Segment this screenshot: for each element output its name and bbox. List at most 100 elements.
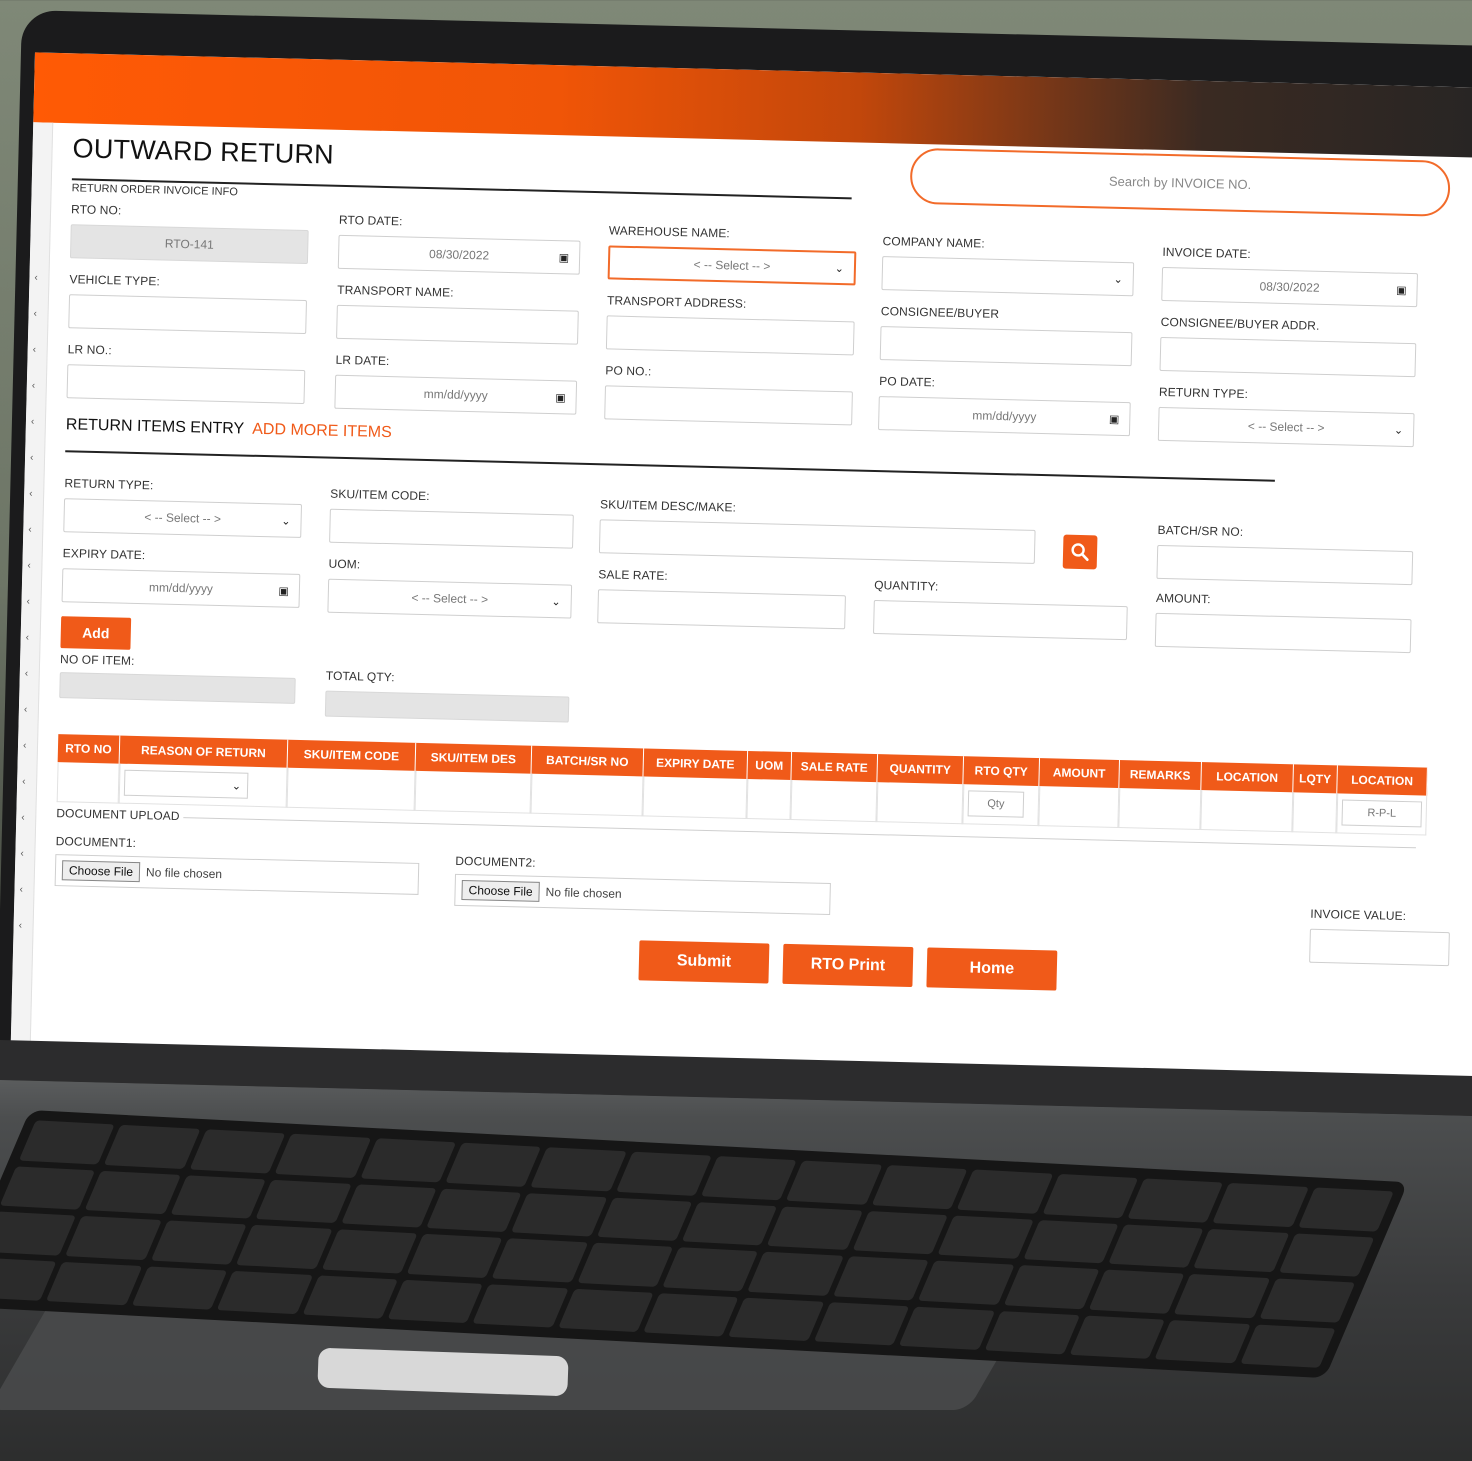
col-location-2: LOCATION bbox=[1337, 765, 1428, 796]
transport-name-label: TRANSPORT NAME: bbox=[337, 282, 454, 300]
return-type-label: RETURN TYPE: bbox=[1158, 384, 1249, 402]
rto-print-button[interactable]: RTO Print bbox=[782, 943, 914, 988]
rto-no-label: RTO NO: bbox=[70, 202, 122, 218]
warehouse-name-label: WAREHOUSE NAME: bbox=[608, 223, 731, 241]
total-qty-label: TOTAL QTY: bbox=[325, 668, 395, 685]
chevron-left-icon[interactable]: ‹ bbox=[22, 776, 26, 787]
calendar-icon[interactable]: ▣ bbox=[555, 391, 566, 404]
chevron-down-icon: ⌄ bbox=[551, 595, 561, 608]
chevron-left-icon[interactable]: ‹ bbox=[28, 524, 32, 535]
add-item-button[interactable]: Add bbox=[60, 616, 132, 650]
batch-sr-input[interactable] bbox=[1156, 544, 1414, 586]
lr-no-input[interactable] bbox=[66, 364, 306, 405]
sale-rate-input[interactable] bbox=[597, 589, 846, 630]
rto-date-input[interactable]: 08/30/2022 ▣ bbox=[337, 234, 581, 275]
chevron-left-icon[interactable]: ‹ bbox=[34, 272, 38, 283]
cell-lqty bbox=[1292, 792, 1338, 834]
po-date-input[interactable]: mm/dd/yyyy ▣ bbox=[877, 396, 1131, 437]
chevron-down-icon: ⌄ bbox=[834, 262, 845, 275]
total-qty-field bbox=[324, 690, 570, 723]
warehouse-name-select[interactable]: < -- Select -- > ⌄ bbox=[607, 245, 857, 286]
consignee-buyer-input[interactable] bbox=[879, 326, 1133, 367]
sale-rate-label: SALE RATE: bbox=[598, 567, 669, 583]
chevron-left-icon[interactable]: ‹ bbox=[33, 308, 37, 319]
cell-uom bbox=[746, 778, 792, 821]
cell-reason: ⌄ bbox=[118, 763, 288, 808]
submit-button[interactable]: Submit bbox=[638, 940, 770, 984]
chevron-left-icon[interactable]: ‹ bbox=[19, 884, 23, 895]
cell-quantity bbox=[876, 782, 964, 825]
invoice-date-input[interactable]: 08/30/2022 ▣ bbox=[1161, 266, 1418, 308]
choose-file-button[interactable]: Choose File bbox=[461, 880, 540, 902]
chevron-left-icon[interactable]: ‹ bbox=[27, 560, 31, 571]
chevron-down-icon: ⌄ bbox=[281, 514, 291, 528]
transport-address-label: TRANSPORT ADDRESS: bbox=[606, 293, 747, 311]
chevron-left-icon[interactable]: ‹ bbox=[30, 452, 34, 463]
uom-select[interactable]: < -- Select -- > ⌄ bbox=[327, 578, 573, 619]
document-upload-legend: DOCUMENT UPLOAD bbox=[56, 806, 184, 824]
no-file-text: No file chosen bbox=[145, 865, 223, 882]
reason-select[interactable]: ⌄ bbox=[123, 769, 249, 799]
chevron-left-icon[interactable]: ‹ bbox=[31, 416, 35, 427]
cell-expiry-date bbox=[642, 776, 748, 819]
chevron-left-icon[interactable]: ‹ bbox=[29, 488, 33, 499]
calendar-icon[interactable]: ▣ bbox=[1396, 283, 1407, 296]
document2-file-input[interactable]: Choose File No file chosen bbox=[454, 873, 831, 916]
no-of-item-label: NO OF ITEM: bbox=[59, 652, 135, 668]
col-rto-qty: RTO QTY bbox=[963, 756, 1041, 787]
sku-code-input[interactable] bbox=[329, 508, 574, 549]
item-return-type-select[interactable]: < -- Select -- > ⌄ bbox=[63, 498, 303, 538]
chevron-left-icon[interactable]: ‹ bbox=[25, 668, 29, 679]
document1-file-input[interactable]: Choose File No file chosen bbox=[54, 854, 420, 895]
cell-batch-sr bbox=[530, 773, 644, 817]
item-search-button[interactable] bbox=[1062, 534, 1098, 570]
chevron-left-icon[interactable]: ‹ bbox=[23, 740, 27, 751]
calendar-icon[interactable]: ▣ bbox=[559, 251, 570, 264]
batch-sr-label: BATCH/SR NO: bbox=[1157, 522, 1244, 539]
home-button[interactable]: Home bbox=[926, 947, 1058, 991]
choose-file-button[interactable]: Choose File bbox=[61, 860, 141, 883]
transport-address-input[interactable] bbox=[605, 315, 855, 356]
calendar-icon[interactable]: ▣ bbox=[1109, 412, 1120, 425]
invoice-value-label: INVOICE VALUE: bbox=[1310, 906, 1407, 924]
rto-qty-input[interactable]: Qty bbox=[967, 790, 1025, 818]
lr-date-label: LR DATE: bbox=[335, 352, 390, 369]
consignee-buyer-label: CONSIGNEE/BUYER bbox=[880, 304, 1000, 321]
chevron-left-icon[interactable]: ‹ bbox=[21, 812, 25, 823]
cell-location-2: R-P-L bbox=[1336, 793, 1428, 836]
expiry-date-input[interactable]: mm/dd/yyyy ▣ bbox=[61, 568, 301, 608]
po-no-input[interactable] bbox=[604, 385, 853, 426]
col-sku-code: SKU/ITEM CODE bbox=[287, 739, 417, 771]
chevron-left-icon[interactable]: ‹ bbox=[18, 920, 22, 931]
invoice-date-label: INVOICE DATE: bbox=[1162, 244, 1252, 262]
sku-desc-input[interactable] bbox=[598, 519, 1036, 564]
add-more-items-link[interactable]: ADD MORE ITEMS bbox=[252, 421, 392, 441]
cell-remarks bbox=[1118, 788, 1202, 831]
transport-name-input[interactable] bbox=[336, 304, 579, 345]
search-placeholder: Search by INVOICE NO. bbox=[1108, 173, 1252, 192]
col-sale-rate: SALE RATE bbox=[791, 752, 879, 783]
chevron-left-icon[interactable]: ‹ bbox=[32, 380, 36, 391]
lr-date-input[interactable]: mm/dd/yyyy ▣ bbox=[334, 374, 578, 415]
location-input[interactable]: R-P-L bbox=[1341, 799, 1423, 828]
browser-screen: ‹ ‹ ‹ ‹ ‹ ‹ ‹ ‹ ‹ ‹ ‹ ‹ ‹ ‹ ‹ ‹ ‹ ‹ ‹ OU… bbox=[10, 52, 1472, 1089]
col-batch-sr: BATCH/SR NO bbox=[531, 745, 645, 777]
consignee-buyer-addr-input[interactable] bbox=[1159, 336, 1417, 378]
vehicle-type-label: VEHICLE TYPE: bbox=[69, 272, 161, 289]
chevron-down-icon: ⌄ bbox=[231, 779, 242, 793]
vehicle-type-input[interactable] bbox=[68, 294, 307, 335]
company-name-select[interactable]: ⌄ bbox=[881, 256, 1135, 297]
items-entry-title: RETURN ITEMS ENTRY bbox=[65, 416, 245, 438]
chevron-left-icon[interactable]: ‹ bbox=[24, 704, 28, 715]
invoice-value-input[interactable] bbox=[1309, 928, 1450, 967]
chevron-left-icon[interactable]: ‹ bbox=[20, 848, 24, 859]
cell-sale-rate bbox=[790, 780, 878, 823]
cell-sku-code bbox=[286, 767, 416, 811]
amount-input[interactable] bbox=[1154, 612, 1412, 654]
return-type-select[interactable]: < -- Select -- > ⌄ bbox=[1157, 406, 1415, 448]
calendar-icon[interactable]: ▣ bbox=[278, 584, 289, 597]
chevron-left-icon[interactable]: ‹ bbox=[33, 344, 37, 355]
quantity-input[interactable] bbox=[873, 599, 1128, 641]
chevron-left-icon[interactable]: ‹ bbox=[26, 596, 30, 607]
chevron-left-icon[interactable]: ‹ bbox=[26, 632, 30, 643]
